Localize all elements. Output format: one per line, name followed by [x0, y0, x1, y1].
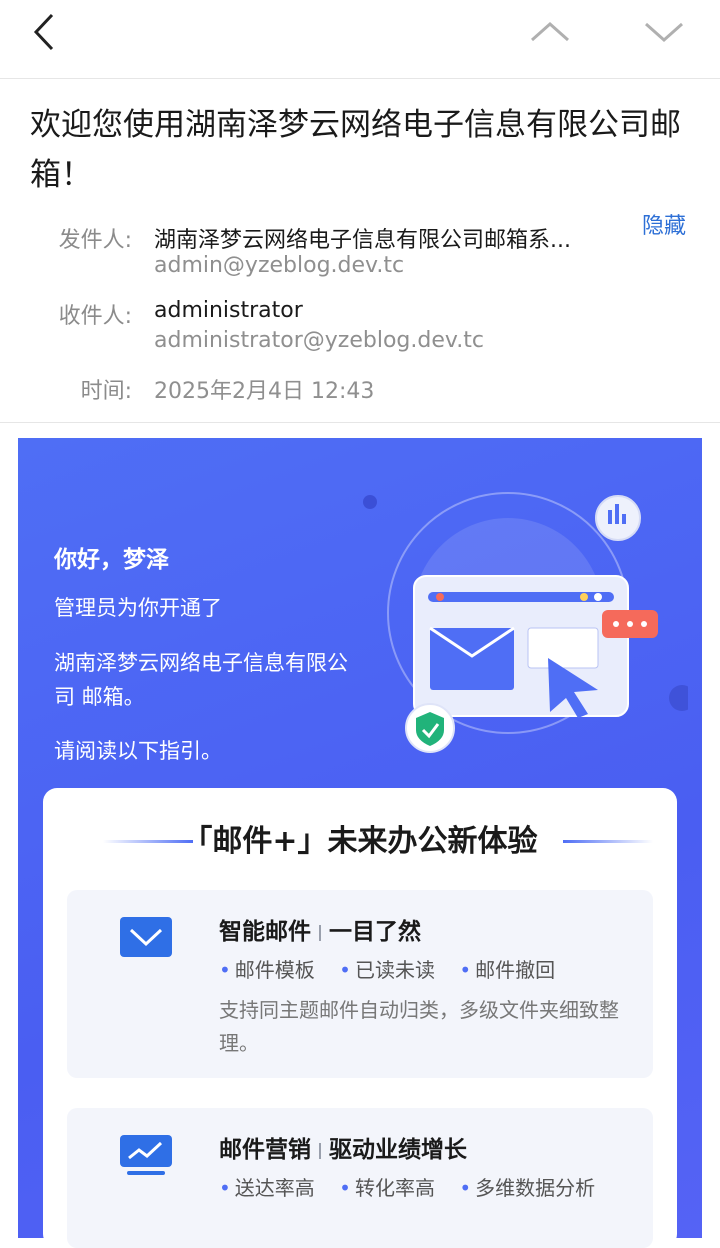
title-decor-right — [563, 840, 653, 843]
feature-description: 支持同主题邮件自动归类，多级文件夹细致整理。 — [219, 998, 619, 1055]
feature-heading: 智能邮件 一目了然 — [219, 912, 421, 946]
heading-separator — [319, 924, 321, 941]
email-body-card: 你好，梦泽 管理员为你开通了 湖南泽梦云网络电子信息有限公司 邮箱。 请阅读以下… — [18, 438, 702, 1248]
time-value: 2025年2月4日 12:43 — [154, 379, 375, 404]
intro-line-2: 湖南泽梦云网络电子信息有限公司 邮箱。 — [54, 651, 348, 709]
chevron-left-icon[interactable] — [30, 12, 60, 52]
feature-tags: 送达率高 转化率高 多维数据分析 — [219, 1172, 613, 1201]
time-label: 时间: — [80, 379, 132, 404]
mail-check-icon — [120, 917, 172, 957]
header-divider — [0, 422, 720, 423]
feature-tags: 邮件模板 已读未读 邮件撤回 — [219, 954, 573, 983]
chevron-down-icon[interactable] — [642, 18, 686, 46]
feature-card-mail-marketing: 邮件营销驱动业绩增长 送达率高 转化率高 多维数据分析 — [67, 1108, 653, 1248]
from-email[interactable]: admin@yzeblog.dev.tc — [154, 253, 404, 278]
feature-card-smart-mail: 智能邮件一目了然 邮件模板 已读未读 邮件撤回 支持同主题邮件自动归类，多级文件… — [67, 890, 653, 1078]
heading-separator — [319, 1142, 321, 1159]
feature-subtitle: 一目了然 — [329, 919, 421, 945]
top-nav-bar — [0, 0, 720, 79]
intro-line-3: 请阅读以下指引。 — [54, 739, 222, 763]
feature-tag: 送达率高 — [219, 1176, 315, 1200]
trend-chart-icon — [120, 1135, 172, 1175]
feature-tag: 邮件模板 — [219, 958, 315, 982]
feature-heading: 邮件营销 驱动业绩增长 — [219, 1130, 467, 1164]
panel-title: 「邮件+」未来办公新体验 — [182, 824, 538, 859]
email-subject: 欢迎您使用湖南泽梦云网络电子信息有限公司邮箱！ — [30, 107, 681, 193]
hide-details-link[interactable]: 隐藏 — [642, 208, 686, 240]
intro-line-1: 管理员为你开通了 — [54, 596, 222, 620]
feature-tag: 多维数据分析 — [459, 1176, 595, 1200]
mail-illustration-icon — [363, 492, 688, 753]
from-name[interactable]: 湖南泽梦云网络电子信息有限公司邮箱系... — [154, 222, 571, 254]
feature-title: 智能邮件 — [219, 919, 311, 945]
to-label: 收件人: — [58, 304, 132, 329]
to-email[interactable]: administrator@yzeblog.dev.tc — [154, 328, 484, 353]
feature-subtitle: 驱动业绩增长 — [329, 1137, 467, 1163]
feature-panel: 「邮件+」未来办公新体验 智能邮件一目了然 邮件模板 已读未读 邮件撤回 支持同… — [43, 788, 677, 1248]
greeting-text: 你好，梦泽 — [54, 547, 169, 573]
to-name[interactable]: administrator — [154, 298, 303, 323]
from-label: 发件人: — [58, 228, 132, 253]
feature-tag: 已读未读 — [339, 958, 435, 982]
chevron-up-icon[interactable] — [528, 18, 572, 46]
feature-tag: 转化率高 — [339, 1176, 435, 1200]
feature-tag: 邮件撤回 — [459, 958, 555, 982]
feature-title: 邮件营销 — [219, 1137, 311, 1163]
